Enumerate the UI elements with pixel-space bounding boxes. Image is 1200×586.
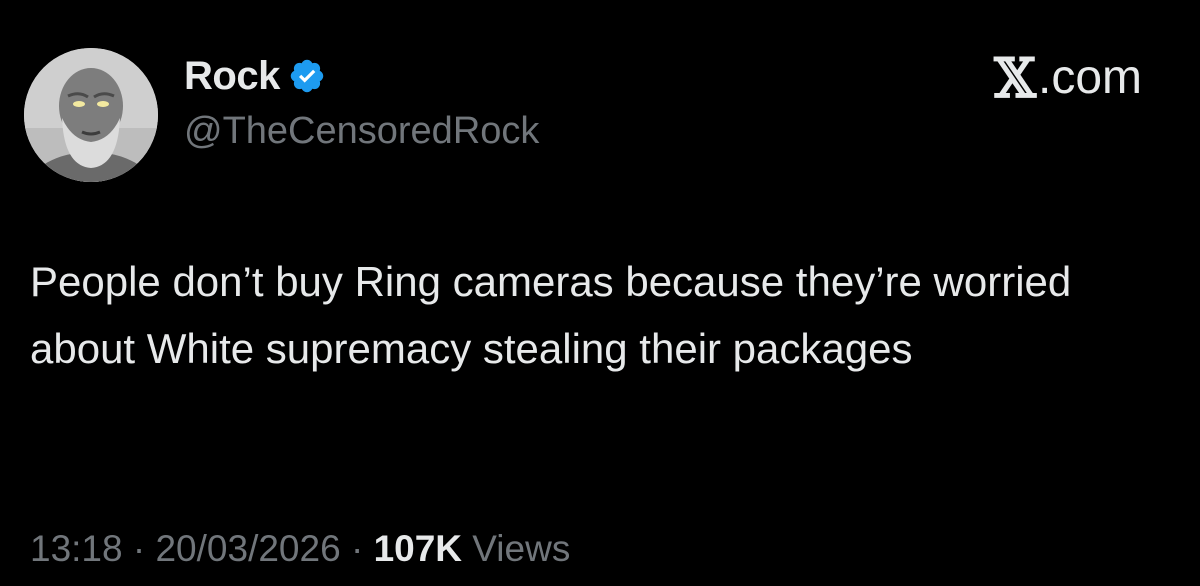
x-domain-text: .com (1037, 51, 1142, 104)
x-logo-icon: 𝕏 (994, 45, 1036, 110)
verified-badge-icon (288, 57, 326, 95)
tweet-meta: 13:18 · 20/03/2026 · 107K Views (30, 528, 570, 570)
tweet-card: Rock @TheCensoredRock 𝕏 .com People don’… (0, 0, 1200, 586)
avatar[interactable] (24, 48, 158, 182)
avatar-image (24, 48, 158, 182)
views-count[interactable]: 107K (374, 528, 462, 569)
meta-separator: · (122, 528, 156, 569)
author-display-name[interactable]: Rock (184, 54, 280, 99)
author-name-row: Rock (184, 52, 326, 100)
views-label: Views (462, 528, 571, 569)
x-com-watermark: 𝕏 .com (994, 50, 1142, 105)
meta-separator-2: · (340, 528, 374, 569)
author-handle[interactable]: @TheCensoredRock (184, 110, 539, 153)
tweet-time[interactable]: 13:18 (30, 528, 123, 569)
tweet-date[interactable]: 20/03/2026 (155, 528, 340, 569)
tweet-text: People don’t buy Ring cameras because th… (30, 258, 1072, 372)
